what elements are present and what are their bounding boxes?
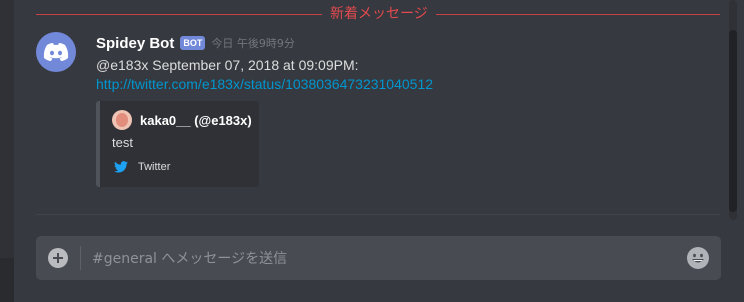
chat-view: 新着メッセージ Spidey Bot BOT 今日 午後9時9分 @e183x …: [0, 0, 744, 302]
embed-author-name[interactable]: kaka0__ (@e183x): [140, 113, 252, 128]
composer-divider: [80, 246, 81, 270]
user-panel-edge: [0, 258, 14, 302]
embed-footer-text: Twitter: [138, 161, 171, 173]
channel-sidebar-edge: [0, 0, 14, 302]
messages-bottom-separator: [36, 214, 720, 215]
message-timestamp: 今日 午後9時9分: [211, 37, 295, 50]
scrollbar-thumb[interactable]: [729, 30, 737, 212]
discord-logo-icon: [43, 43, 69, 61]
emoji-picker-button[interactable]: [687, 247, 709, 269]
message-text: @e183x September 07, 2018 at 09:09PM:: [96, 57, 359, 73]
embed-description: test: [112, 135, 133, 150]
message-input[interactable]: [90, 244, 674, 274]
bot-avatar[interactable]: [36, 32, 76, 72]
plus-circle-icon: [53, 253, 63, 263]
upload-button[interactable]: [48, 248, 68, 268]
embed-author-avatar: [112, 110, 132, 130]
embed-footer: Twitter: [114, 161, 170, 173]
message-header: Spidey Bot BOT 今日 午後9時9分: [96, 32, 295, 54]
new-messages-label: 新着メッセージ: [322, 4, 436, 24]
emoji-icon: [688, 248, 708, 268]
tweet-embed: kaka0__ (@e183x) test Twitter: [96, 101, 259, 187]
author-name[interactable]: Spidey Bot: [96, 35, 174, 52]
message-composer: [36, 236, 721, 280]
message-link[interactable]: http://twitter.com/e183x/status/10380364…: [96, 75, 433, 94]
twitter-bird-icon: [114, 161, 128, 173]
bot-tag: BOT: [180, 36, 206, 50]
embed-author: kaka0__ (@e183x): [112, 110, 252, 130]
